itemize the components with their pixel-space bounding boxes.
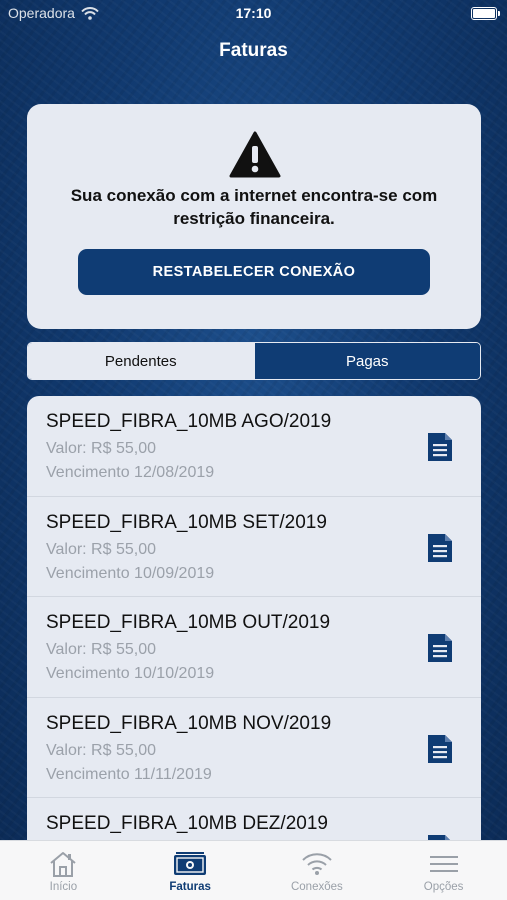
- invoice-row[interactable]: SPEED_FIBRA_10MB DEZ/2019: [27, 798, 481, 840]
- tab-options[interactable]: Opções: [380, 841, 507, 900]
- tab-label: Opções: [423, 881, 464, 893]
- invoice-value: Valor: R$ 55,00: [46, 741, 156, 759]
- invoice-due-date: Vencimento 12/08/2019: [46, 464, 215, 481]
- wifi-icon: [302, 853, 332, 875]
- invoice-due-date: Vencimento 11/11/2019: [46, 765, 212, 783]
- tab-connections[interactable]: Conexões: [254, 841, 381, 900]
- invoice-name: SPEED_FIBRA_10MB OUT/2019: [46, 612, 331, 633]
- status-bar: Operadora 17:10: [0, 0, 507, 28]
- status-time: 17:10: [235, 5, 272, 21]
- invoice-status-segmented-control: Pendentes Pagas: [27, 342, 481, 380]
- home-icon: [50, 852, 77, 877]
- document-icon[interactable]: [426, 733, 454, 765]
- invoice-name: SPEED_FIBRA_10MB AGO/2019: [46, 411, 332, 432]
- tab-home[interactable]: Início: [0, 841, 127, 900]
- page-title: Faturas: [219, 40, 288, 61]
- invoice-row[interactable]: SPEED_FIBRA_10MB SET/2019 Valor: R$ 55,0…: [27, 497, 481, 597]
- invoice-due-date: Vencimento 10/10/2019: [46, 665, 215, 682]
- menu-icon: [429, 856, 458, 872]
- invoice-row[interactable]: SPEED_FIBRA_10MB OUT/2019 Valor: R$ 55,0…: [27, 597, 481, 698]
- segment-pending[interactable]: Pendentes: [28, 343, 254, 379]
- tab-invoices[interactable]: Faturas: [127, 841, 254, 900]
- restriction-alert-card: Sua conexão com a internet encontra-se c…: [27, 104, 481, 329]
- invoice-name: SPEED_FIBRA_10MB NOV/2019: [46, 712, 332, 734]
- invoice-name: SPEED_FIBRA_10MB DEZ/2019: [46, 813, 328, 834]
- tab-bar: Início Faturas Conexões Opções: [0, 840, 507, 900]
- invoice-icon: [174, 852, 207, 875]
- document-icon[interactable]: [426, 632, 454, 664]
- tab-label: Início: [49, 881, 78, 893]
- invoice-list[interactable]: SPEED_FIBRA_10MB AGO/2019 Valor: R$ 55,0…: [27, 396, 481, 840]
- document-icon[interactable]: [426, 431, 454, 463]
- warning-icon: [229, 131, 281, 178]
- invoice-value: Valor: R$ 55,00: [46, 440, 156, 457]
- tab-label: Faturas: [169, 881, 211, 893]
- invoice-due-date: Vencimento 10/09/2019: [46, 564, 215, 582]
- invoice-name: SPEED_FIBRA_10MB SET/2019: [46, 511, 327, 533]
- invoice-value: Valor: R$ 55,00: [46, 641, 156, 658]
- segment-paid[interactable]: Pagas: [253, 343, 480, 379]
- invoice-value: Valor: R$ 55,00: [46, 540, 156, 558]
- document-icon[interactable]: [426, 532, 454, 564]
- document-icon[interactable]: [426, 833, 454, 840]
- alert-message: Sua conexão com a internet encontra-se c…: [70, 186, 438, 228]
- invoice-row[interactable]: SPEED_FIBRA_10MB NOV/2019 Valor: R$ 55,0…: [27, 698, 481, 798]
- battery-icon: [471, 7, 500, 20]
- invoice-row[interactable]: SPEED_FIBRA_10MB AGO/2019 Valor: R$ 55,0…: [27, 396, 481, 497]
- tab-label: Conexões: [290, 881, 343, 893]
- restore-connection-button[interactable]: RESTABELECER CONEXÃO: [78, 249, 430, 295]
